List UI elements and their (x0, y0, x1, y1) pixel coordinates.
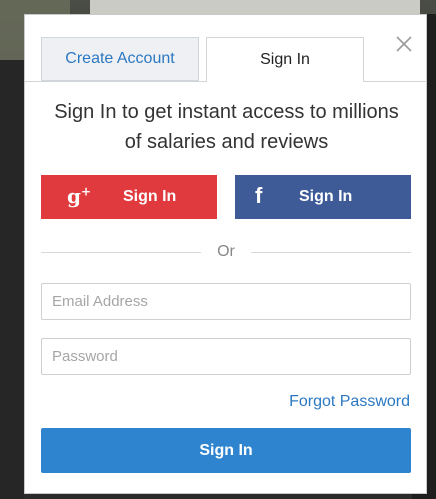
tab-create-account-label: Create Account (65, 50, 175, 67)
google-sign-in-button[interactable]: g+ Sign In (41, 175, 217, 219)
divider-line (251, 252, 411, 253)
tab-sign-in[interactable]: Sign In (206, 37, 364, 81)
or-divider-text: Or (217, 243, 235, 260)
email-field[interactable] (41, 283, 411, 320)
tab-sign-in-label: Sign In (260, 50, 310, 68)
sign-in-submit-label: Sign In (199, 441, 253, 459)
divider-line (41, 252, 201, 253)
active-tab-gap (207, 81, 363, 82)
google-sign-in-label: Sign In (123, 188, 177, 205)
facebook-sign-in-label: Sign In (299, 188, 353, 205)
close-icon (396, 36, 412, 52)
sign-in-submit-button[interactable]: Sign In (41, 428, 411, 473)
facebook-icon: f (255, 183, 263, 208)
tab-create-account[interactable]: Create Account (41, 37, 199, 81)
forgot-password-link[interactable]: Forgot Password (225, 393, 410, 411)
google-plus-icon: g+ (67, 184, 92, 208)
background-image (90, 0, 420, 14)
modal-headline: Sign In to get instant access to million… (54, 101, 399, 153)
facebook-sign-in-button[interactable]: f Sign In (235, 175, 411, 219)
sign-in-modal: Create Account Sign In Sign In to get in… (24, 14, 427, 494)
or-divider: Or (41, 241, 411, 263)
background-overlay (0, 60, 24, 499)
close-button[interactable] (393, 33, 415, 55)
auth-tabs: Create Account Sign In (41, 37, 411, 81)
password-field[interactable] (41, 338, 411, 375)
